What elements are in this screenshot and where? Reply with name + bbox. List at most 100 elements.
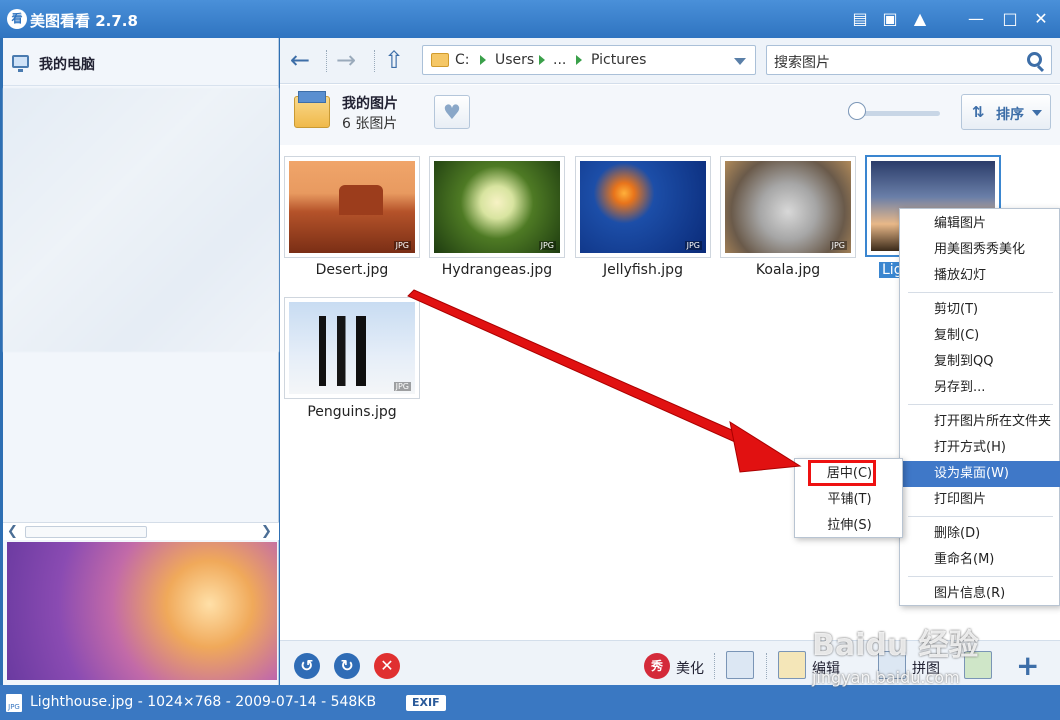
- status-bar: JPG Lighthouse.jpg - 1024×768 - 2009-07-…: [0, 685, 1060, 720]
- thumbnail-caption[interactable]: Jellyfish.jpg: [575, 262, 711, 278]
- separator: [766, 653, 767, 679]
- up-folder-icon[interactable]: ⇧: [384, 47, 404, 73]
- thumbnail-hydrangeas[interactable]: JPG: [429, 156, 565, 258]
- menu-copy-to-qq[interactable]: 复制到QQ: [900, 349, 1060, 375]
- my-computer-header[interactable]: 我的电脑: [3, 38, 278, 86]
- baidu-watermark: Baidu 经验: [812, 628, 979, 663]
- menu-delete[interactable]: 删除(D): [900, 521, 1060, 547]
- jpg-badge: JPG: [538, 241, 556, 250]
- breadcrumb-pictures[interactable]: Pictures: [591, 52, 646, 68]
- jpg-badge: JPG: [684, 241, 702, 250]
- sort-label: 排序: [996, 107, 1024, 123]
- chevron-down-icon: [1032, 110, 1042, 116]
- breadcrumb-separator-icon: [576, 55, 582, 65]
- menu-print-image[interactable]: 打印图片: [900, 487, 1060, 513]
- submenu-stretch[interactable]: 拉伸(S): [795, 513, 904, 539]
- scroll-right-icon[interactable]: ❯: [261, 524, 272, 539]
- breadcrumb-drive[interactable]: C:: [455, 52, 470, 68]
- jpg-badge: JPG: [393, 241, 411, 250]
- separator: [714, 653, 715, 679]
- folder-tree-blurred[interactable]: [3, 88, 279, 352]
- breadcrumb-separator-icon: [480, 55, 486, 65]
- my-computer-label: 我的电脑: [39, 57, 95, 73]
- exif-button[interactable]: EXIF: [406, 695, 446, 711]
- computer-icon: [12, 55, 29, 72]
- menu-save-as[interactable]: 另存到...: [900, 375, 1060, 401]
- menu-separator: [908, 404, 1053, 405]
- image-count: 6 张图片: [342, 116, 398, 132]
- thumbnail-caption[interactable]: Desert.jpg: [284, 262, 420, 278]
- title-bar: 看 美图看看 2.7.8 ▤ ▣ ▲ — □ ✕: [0, 0, 1060, 38]
- edit-pencil-icon[interactable]: [778, 651, 806, 679]
- submenu-tile[interactable]: 平铺(T): [795, 487, 904, 513]
- menu-edit-image[interactable]: 编辑图片: [900, 211, 1060, 237]
- tshirt-icon[interactable]: ▲: [909, 8, 931, 30]
- folder-icon: [431, 53, 449, 67]
- jpg-file-icon: JPG: [6, 694, 22, 712]
- menu-rename[interactable]: 重命名(M): [900, 547, 1060, 573]
- minimize-icon[interactable]: —: [965, 8, 987, 30]
- baidu-watermark-url: jingyan.baidu.com: [812, 668, 960, 687]
- jpg-badge: JPG: [393, 382, 411, 391]
- favorite-heart-icon[interactable]: ♥: [434, 95, 470, 129]
- folder-name: 我的图片: [342, 96, 398, 112]
- menu-separator: [908, 292, 1053, 293]
- preview-image-blurred: [7, 542, 277, 680]
- back-arrow-icon[interactable]: ←: [290, 47, 310, 73]
- add-icon[interactable]: +: [1016, 649, 1039, 682]
- sort-button[interactable]: ⇅ 排序: [961, 94, 1051, 130]
- forward-arrow-icon[interactable]: →: [336, 47, 356, 73]
- sort-icon: ⇅: [972, 103, 985, 121]
- menu-image-info[interactable]: 图片信息(R): [900, 581, 1060, 607]
- thumbnail-jellyfish[interactable]: JPG: [575, 156, 711, 258]
- search-icon[interactable]: [1027, 52, 1042, 67]
- breadcrumb-separator-icon: [539, 55, 545, 65]
- search-input[interactable]: 搜索图片: [766, 45, 1052, 75]
- breadcrumb-users[interactable]: Users: [495, 52, 534, 68]
- close-icon[interactable]: ✕: [1030, 8, 1052, 30]
- scroll-thumb[interactable]: [25, 526, 147, 538]
- thumbnail-desert[interactable]: JPG: [284, 156, 420, 258]
- zoom-slider-handle[interactable]: [848, 102, 866, 120]
- slideshow-icon[interactable]: [726, 651, 754, 679]
- status-file-info: Lighthouse.jpg - 1024×768 - 2009-07-14 -…: [30, 694, 377, 710]
- horizontal-scrollbar[interactable]: ❮ ❯: [3, 522, 279, 540]
- menu-open-containing-folder[interactable]: 打开图片所在文件夹: [900, 409, 1060, 435]
- breadcrumb[interactable]: C: Users ... Pictures: [422, 45, 756, 75]
- thumbnail-penguins[interactable]: JPG: [284, 297, 420, 399]
- left-panel: 我的电脑 ❮ ❯: [3, 38, 279, 685]
- delete-icon[interactable]: ✕: [374, 653, 400, 679]
- menu-separator: [908, 516, 1053, 517]
- thumbnail-caption[interactable]: Penguins.jpg: [284, 404, 420, 420]
- menu-slideshow[interactable]: 播放幻灯: [900, 263, 1060, 289]
- rotate-left-icon[interactable]: ↺: [294, 653, 320, 679]
- breadcrumb-ellipsis[interactable]: ...: [553, 52, 566, 68]
- scroll-left-icon[interactable]: ❮: [7, 524, 18, 539]
- navigation-bar: ← → ⇧ C: Users ... Pictures 搜索图片: [280, 38, 1060, 84]
- rotate-right-icon[interactable]: ↻: [334, 653, 360, 679]
- folder-info-bar: 我的图片 6 张图片 ♥ ⇅ 排序: [280, 85, 1060, 145]
- jpg-badge: JPG: [829, 241, 847, 250]
- separator: [374, 50, 375, 72]
- thumbnail-caption[interactable]: Koala.jpg: [720, 262, 856, 278]
- menu-copy[interactable]: 复制(C): [900, 323, 1060, 349]
- menu-separator: [908, 576, 1053, 577]
- chat-icon[interactable]: ▤: [849, 8, 871, 30]
- menu-set-as-desktop[interactable]: 设为桌面(W): [900, 461, 1060, 487]
- context-menu: 编辑图片 用美图秀秀美化 播放幻灯 剪切(T) 复制(C) 复制到QQ 另存到.…: [899, 208, 1060, 606]
- dropdown-box-icon[interactable]: ▣: [879, 8, 901, 30]
- app-logo-icon: 看: [7, 9, 27, 29]
- search-placeholder: 搜索图片: [774, 55, 830, 71]
- meitu-beautify-icon[interactable]: 秀: [644, 653, 670, 679]
- annotation-highlight-box: [808, 460, 876, 486]
- menu-cut[interactable]: 剪切(T): [900, 297, 1060, 323]
- maximize-icon[interactable]: □: [999, 8, 1021, 30]
- thumbnail-koala[interactable]: JPG: [720, 156, 856, 258]
- thumbnail-caption[interactable]: Hydrangeas.jpg: [429, 262, 565, 278]
- menu-open-with[interactable]: 打开方式(H): [900, 435, 1060, 461]
- chevron-down-icon[interactable]: [734, 58, 746, 65]
- beautify-label[interactable]: 美化: [676, 658, 704, 678]
- menu-beautify-with-meitu[interactable]: 用美图秀秀美化: [900, 237, 1060, 263]
- app-title: 美图看看 2.7.8: [30, 12, 138, 30]
- picture-folder-icon: [294, 91, 330, 128]
